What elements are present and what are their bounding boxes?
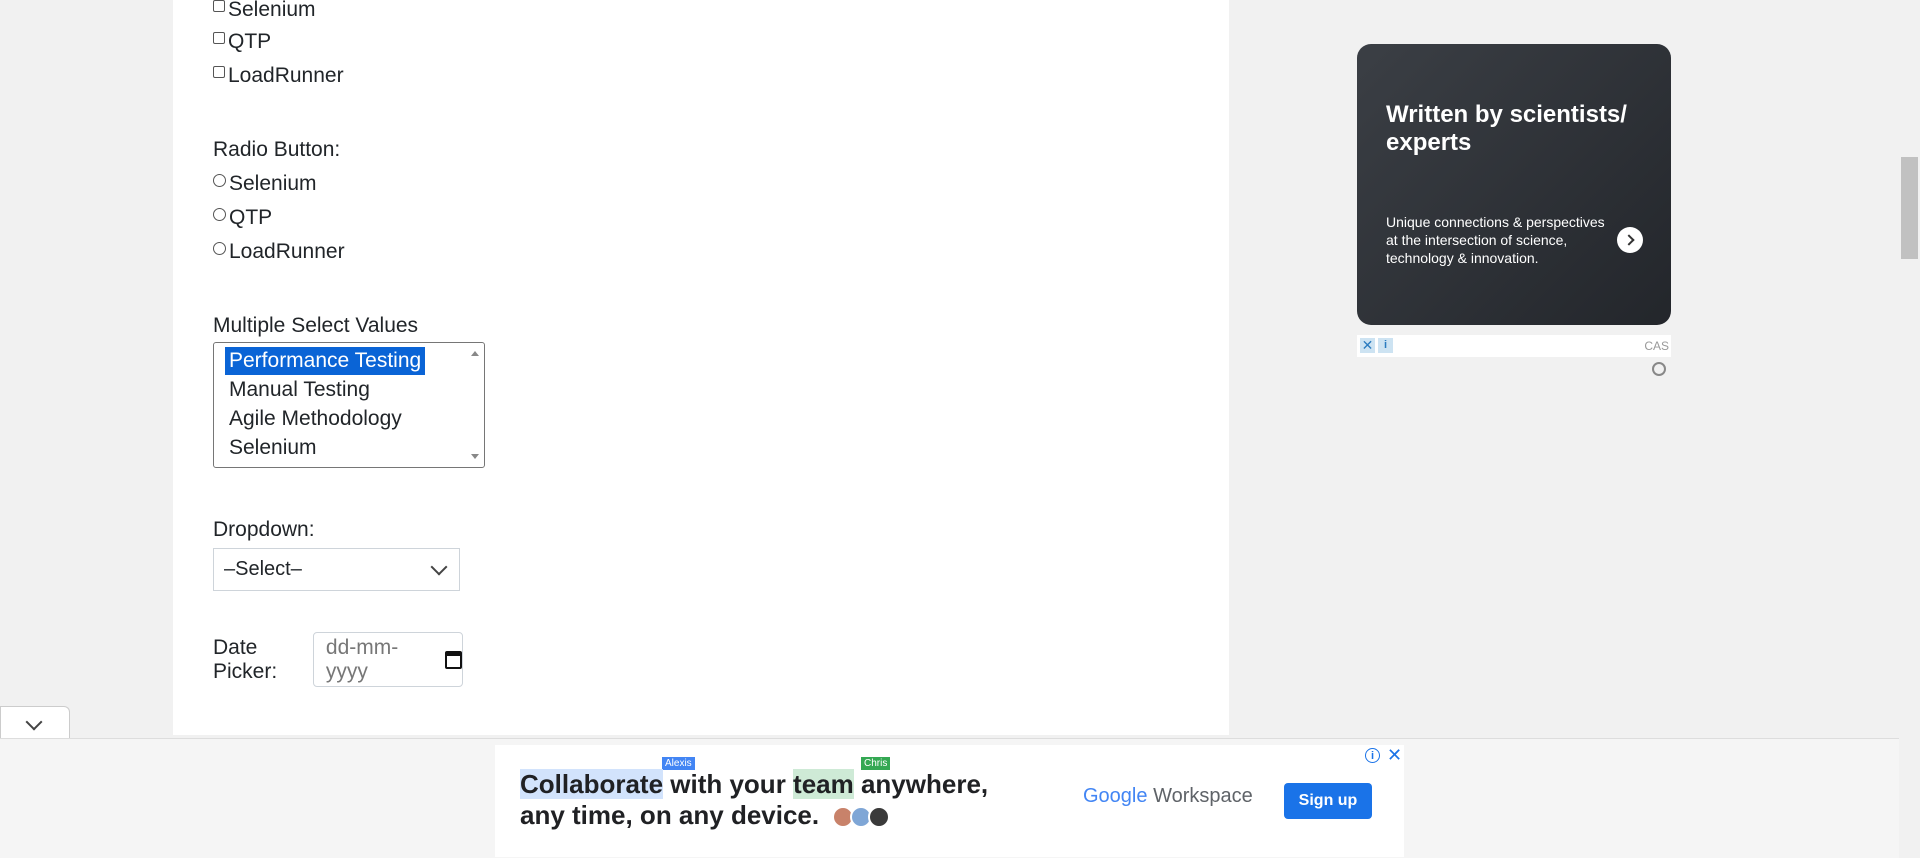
workspace-wordmark: Workspace: [1153, 785, 1253, 807]
headline-text: any time, on any device.: [520, 800, 820, 830]
radio-circle[interactable]: [213, 241, 226, 255]
date-placeholder: dd-mm-yyyy: [325, 635, 399, 683]
radio-label: QTP: [229, 206, 273, 229]
checkbox-loadrunner[interactable]: LoadRunner: [213, 64, 344, 88]
adchoices-icon[interactable]: [1652, 362, 1666, 376]
side-ad-card[interactable]: Written by scientists/ experts Unique co…: [1357, 44, 1671, 325]
checkbox-label: QTP: [228, 30, 272, 53]
checkbox-qtp[interactable]: QTP: [213, 30, 271, 54]
bottom-ad-headline-1: Collaborate with your team anywhere,: [520, 769, 988, 800]
close-icon[interactable]: ✕: [1387, 745, 1402, 766]
google-workspace-logo: Google Workspace: [1083, 785, 1253, 808]
side-ad-source: CAS: [1644, 339, 1669, 353]
date-picker-input[interactable]: dd-mm-yyyy: [312, 632, 464, 687]
radio-circle[interactable]: [213, 173, 226, 187]
scroll-down-icon[interactable]: [471, 454, 479, 459]
avatar: [868, 806, 891, 829]
dropdown-value: –Select–: [224, 558, 302, 580]
sign-up-button[interactable]: Sign up: [1284, 783, 1372, 819]
side-ad-title: Written by scientists/ experts: [1386, 101, 1627, 156]
info-icon[interactable]: i: [1365, 748, 1380, 763]
google-wordmark: Google: [1083, 785, 1148, 807]
multi-select-option[interactable]: Performance Testing: [225, 347, 426, 375]
side-ad-footer: ✕ i CAS: [1357, 335, 1671, 357]
dropdown-label: Dropdown:: [213, 518, 315, 541]
date-picker-row: Date Picker: dd-mm-yyyy: [213, 632, 464, 687]
multi-select-scrollbar[interactable]: [466, 343, 484, 467]
headline-text: with your: [663, 769, 794, 799]
multi-select-label: Multiple Select Values: [213, 314, 419, 337]
radio-selenium[interactable]: Selenium: [213, 172, 317, 196]
dropdown-select[interactable]: –Select–: [213, 548, 460, 591]
close-icon[interactable]: ✕: [1360, 338, 1375, 353]
avatar-group: [832, 806, 891, 829]
multi-select-option[interactable]: Manual Testing: [227, 376, 372, 404]
radio-loadrunner[interactable]: LoadRunner: [213, 240, 345, 264]
radio-label: Selenium: [229, 172, 317, 195]
highlight-word: team: [793, 769, 854, 799]
side-ad-description: Unique connections & perspectives at the…: [1386, 214, 1605, 266]
calendar-icon[interactable]: [445, 650, 463, 669]
multi-select-option[interactable]: Agile Methodology: [227, 405, 404, 433]
multi-select-list[interactable]: Performance Testing Manual Testing Agile…: [213, 342, 485, 468]
page-scrollbar[interactable]: [1899, 0, 1920, 857]
checkbox-box[interactable]: [213, 66, 225, 78]
headline-text: anywhere,: [853, 769, 989, 799]
bottom-ad[interactable]: Alexis Chris Collaborate with your team …: [495, 745, 1404, 857]
radio-group-label: Radio Button:: [213, 138, 341, 161]
radio-label: LoadRunner: [229, 240, 345, 263]
multi-select-option[interactable]: Selenium: [227, 434, 319, 462]
info-icon[interactable]: i: [1378, 338, 1393, 353]
scrollbar-thumb[interactable]: [1901, 157, 1918, 259]
checkbox-selenium[interactable]: Selenium: [213, 0, 316, 22]
checkbox-label: LoadRunner: [228, 64, 344, 87]
date-picker-label: Date Picker:: [213, 635, 278, 683]
radio-qtp[interactable]: QTP: [213, 206, 272, 230]
highlight-word: Collaborate: [520, 769, 664, 799]
chevron-down-icon: [430, 558, 448, 576]
radio-circle[interactable]: [213, 207, 226, 221]
bottom-ad-headline-2: any time, on any device.: [520, 800, 891, 831]
checkbox-box[interactable]: [213, 32, 225, 44]
scroll-up-icon[interactable]: [471, 351, 479, 356]
checkbox-box[interactable]: [213, 0, 225, 12]
checkbox-label: Selenium: [228, 0, 316, 21]
arrow-right-icon[interactable]: [1617, 227, 1643, 253]
